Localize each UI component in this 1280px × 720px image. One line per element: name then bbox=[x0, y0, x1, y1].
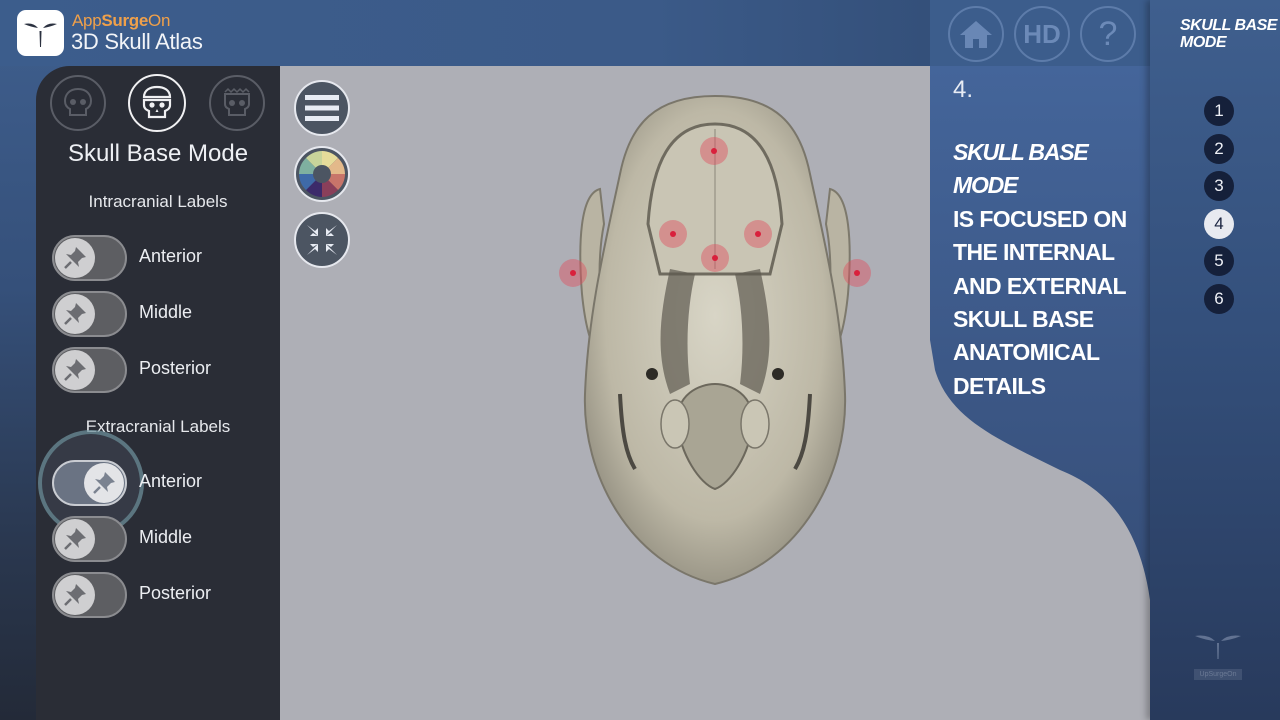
step-button-6[interactable]: 6 bbox=[1204, 284, 1234, 314]
toggle-label: Anterior bbox=[139, 246, 203, 266]
toggle-label: Middle bbox=[139, 302, 193, 322]
collapse-arrows-icon bbox=[307, 225, 337, 255]
menu-button[interactable] bbox=[294, 80, 350, 136]
app-title: 3D Skull Atlas bbox=[71, 29, 203, 54]
step-button-2[interactable]: 2 bbox=[1204, 134, 1234, 164]
pushpin-icon bbox=[64, 359, 86, 381]
extracranial-posterior-row: Posterior bbox=[52, 572, 272, 618]
extracranial-labels-heading: Extracranial Labels bbox=[85, 417, 231, 436]
toggle-label: Anterior bbox=[139, 471, 203, 491]
step-button-4[interactable]: 4 bbox=[1204, 209, 1234, 239]
app-logo bbox=[17, 10, 64, 56]
step-button-5[interactable]: 5 bbox=[1204, 246, 1234, 276]
skull-cut-icon bbox=[224, 87, 250, 116]
toggle-label: Middle bbox=[139, 527, 193, 547]
intracranial-anterior-toggle[interactable] bbox=[52, 235, 127, 281]
brand-name: AppSurgeOn bbox=[72, 11, 171, 30]
footer-logo: UpSurgeOn bbox=[1194, 632, 1244, 680]
color-wheel-icon bbox=[299, 151, 345, 197]
intracranial-middle-row: Middle bbox=[52, 291, 272, 337]
pushpin-icon bbox=[64, 303, 86, 325]
toggle-knob bbox=[55, 294, 95, 334]
pushpin-icon bbox=[64, 528, 86, 550]
hamburger-menu-icon bbox=[305, 95, 339, 121]
toggle-knob bbox=[84, 463, 124, 503]
mode-button-skull-base[interactable] bbox=[128, 74, 186, 132]
upsurgeon-logo-icon bbox=[1195, 635, 1241, 659]
left-panel: Skull Base Mode Intracranial Labels Ante… bbox=[36, 66, 280, 720]
color-button[interactable] bbox=[294, 146, 350, 202]
toggle-knob bbox=[55, 350, 95, 390]
pushpin-icon bbox=[64, 584, 86, 606]
skull-base-icon bbox=[142, 85, 172, 119]
toggle-knob bbox=[55, 238, 95, 278]
step-button-3[interactable]: 3 bbox=[1204, 171, 1234, 201]
mode-button-skull-craniotomy[interactable] bbox=[209, 75, 265, 131]
intracranial-labels-heading: Intracranial Labels bbox=[88, 192, 228, 211]
intracranial-anterior-row: Anterior bbox=[52, 235, 272, 281]
step-number: 4. bbox=[953, 76, 974, 103]
info-description: SKULL BASE MODE IS FOCUSED ON THE INTERN… bbox=[953, 136, 1148, 403]
step-navigation: SKULL BASE MODE 1 2 3 4 5 6 UpSurgeOn bbox=[1150, 0, 1280, 720]
toggle-label: Posterior bbox=[139, 583, 212, 603]
info-emphasis: SKULL BASE MODE bbox=[953, 139, 1089, 199]
extracranial-middle-row: Middle bbox=[52, 516, 272, 562]
mode-title: Skull Base Mode bbox=[67, 140, 249, 167]
extracranial-anterior-toggle[interactable] bbox=[52, 460, 127, 506]
label-pin[interactable] bbox=[559, 259, 587, 287]
intracranial-middle-toggle[interactable] bbox=[52, 291, 127, 337]
info-body: IS FOCUSED ON THE INTERNAL AND EXTERNAL … bbox=[953, 205, 1127, 399]
extracranial-anterior-row: Anterior bbox=[52, 460, 272, 506]
upsurgeon-logo-icon bbox=[24, 23, 57, 47]
toggle-knob bbox=[55, 575, 95, 615]
intracranial-posterior-toggle[interactable] bbox=[52, 347, 127, 393]
toggle-knob bbox=[55, 519, 95, 559]
nav-title: SKULL BASE MODE bbox=[1180, 17, 1277, 51]
pushpin-icon bbox=[64, 247, 86, 269]
step-button-1[interactable]: 1 bbox=[1204, 96, 1234, 126]
skull-icon bbox=[63, 87, 93, 116]
pushpin-icon bbox=[93, 472, 115, 494]
extracranial-middle-toggle[interactable] bbox=[52, 516, 127, 562]
footer-brand: UpSurgeOn bbox=[1194, 669, 1242, 680]
extracranial-posterior-toggle[interactable] bbox=[52, 572, 127, 618]
intracranial-posterior-row: Posterior bbox=[52, 347, 272, 393]
reset-view-button[interactable] bbox=[294, 212, 350, 268]
mode-button-skull[interactable] bbox=[50, 75, 106, 131]
toggle-label: Posterior bbox=[139, 358, 212, 378]
